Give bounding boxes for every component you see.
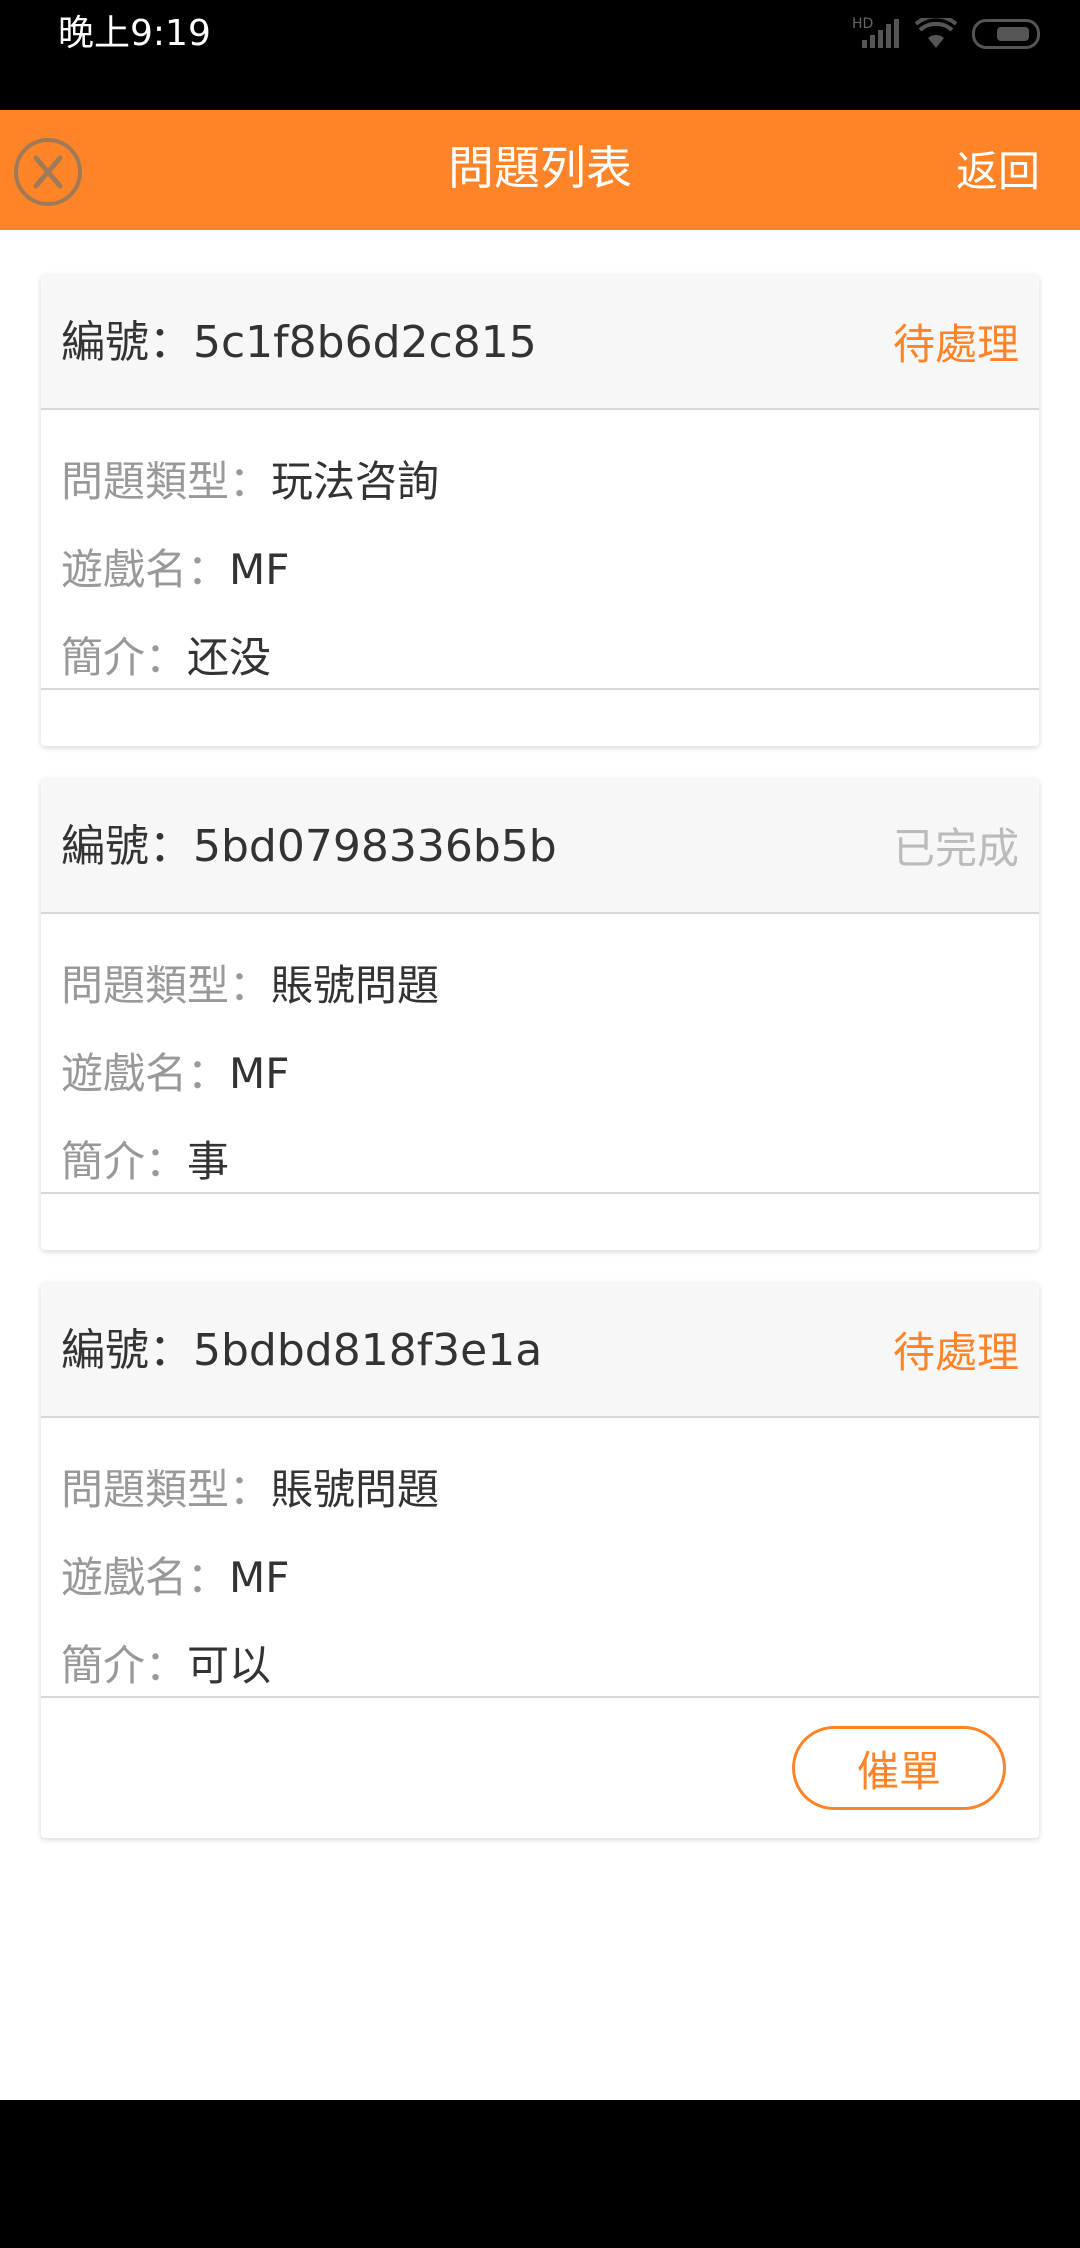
ticket-game-label: 遊戲名： (61, 1049, 230, 1098)
ticket-intro-value: 可以 (187, 1641, 272, 1690)
ticket-id-label: 編號： (61, 317, 193, 368)
ticket-body: 問題類型：賬號問題 遊戲名：MF 簡介：事 (41, 914, 1039, 1194)
ticket-intro-value: 还没 (187, 633, 272, 682)
ticket-type-value: 玩法咨詢 (271, 457, 440, 506)
ticket-type-row: 問題類型：玩法咨詢 (61, 438, 1019, 526)
header: 問題列表 返回 (0, 110, 1080, 230)
status-icons: HD (852, 14, 1040, 54)
ticket-game-row: 遊戲名：MF (61, 1030, 1019, 1118)
ticket-intro-row: 簡介：事 (61, 1118, 1019, 1206)
ticket-game-value: MF (229, 1553, 290, 1602)
ticket-game-value: MF (229, 545, 290, 594)
ticket-game-value: MF (229, 1049, 290, 1098)
ticket-type-label: 問題類型： (61, 457, 272, 506)
status-badge: 已完成 (892, 824, 1019, 873)
wifi-icon (914, 18, 958, 48)
ticket-card[interactable]: 編號：5bd0798336b5b 已完成 問題類型：賬號問題 遊戲名：MF 簡介… (41, 778, 1039, 1250)
ticket-intro-label: 簡介： (61, 633, 188, 682)
ticket-header: 編號：5bdbd818f3e1a 待處理 (41, 1282, 1039, 1418)
ticket-header: 編號：5c1f8b6d2c815 待處理 (41, 274, 1039, 410)
ticket-footer (41, 1194, 1039, 1250)
navigation-bar (0, 2100, 1080, 2248)
ticket-type-label: 問題類型： (61, 961, 272, 1010)
ticket-type-row: 問題類型：賬號問題 (61, 1446, 1019, 1534)
signal-icon: HD (852, 16, 900, 50)
hd-label: HD (852, 16, 874, 32)
ticket-id: 編號：5c1f8b6d2c815 (61, 316, 537, 370)
status-badge: 待處理 (892, 320, 1019, 369)
ticket-intro-value: 事 (187, 1137, 230, 1186)
back-button[interactable]: 返回 (956, 144, 1040, 200)
ticket-body: 問題類型：賬號問題 遊戲名：MF 簡介：可以 (41, 1418, 1039, 1698)
ticket-header: 編號：5bd0798336b5b 已完成 (41, 778, 1039, 914)
ticket-game-row: 遊戲名：MF (61, 526, 1019, 614)
ticket-footer (41, 690, 1039, 746)
ticket-id: 編號：5bdbd818f3e1a (61, 1324, 542, 1378)
page-title: 問題列表 (448, 141, 632, 195)
ticket-intro-label: 簡介： (61, 1641, 188, 1690)
ticket-footer: 催單 (41, 1698, 1039, 1838)
status-time: 晚上9:19 (58, 13, 211, 54)
ticket-card[interactable]: 編號：5c1f8b6d2c815 待處理 問題類型：玩法咨詢 遊戲名：MF 簡介… (41, 274, 1039, 746)
ticket-type-row: 問題類型：賬號問題 (61, 942, 1019, 1030)
battery-icon (972, 19, 1040, 49)
ticket-id-value: 5bdbd818f3e1a (193, 1325, 543, 1376)
ticket-type-value: 賬號問題 (271, 1465, 440, 1514)
ticket-id-value: 5c1f8b6d2c815 (193, 317, 537, 368)
ticket-intro-row: 簡介：还没 (61, 614, 1019, 702)
ticket-intro-row: 簡介：可以 (61, 1622, 1019, 1710)
urge-button[interactable]: 催單 (792, 1726, 1006, 1810)
ticket-game-row: 遊戲名：MF (61, 1534, 1019, 1622)
ticket-id-label: 編號： (61, 821, 193, 872)
ticket-type-label: 問題類型： (61, 1465, 272, 1514)
ticket-id: 編號：5bd0798336b5b (61, 820, 557, 874)
ticket-body: 問題類型：玩法咨詢 遊戲名：MF 簡介：还没 (41, 410, 1039, 690)
ticket-id-label: 編號： (61, 1325, 193, 1376)
status-badge: 待處理 (892, 1328, 1019, 1377)
ticket-game-label: 遊戲名： (61, 1553, 230, 1602)
ticket-game-label: 遊戲名： (61, 545, 230, 594)
ticket-card[interactable]: 編號：5bdbd818f3e1a 待處理 問題類型：賬號問題 遊戲名：MF 簡介… (41, 1282, 1039, 1838)
ticket-type-value: 賬號問題 (271, 961, 440, 1010)
status-bar: 晚上9:19 HD (0, 0, 1080, 110)
ticket-id-value: 5bd0798336b5b (193, 821, 557, 872)
ticket-intro-label: 簡介： (61, 1137, 188, 1186)
